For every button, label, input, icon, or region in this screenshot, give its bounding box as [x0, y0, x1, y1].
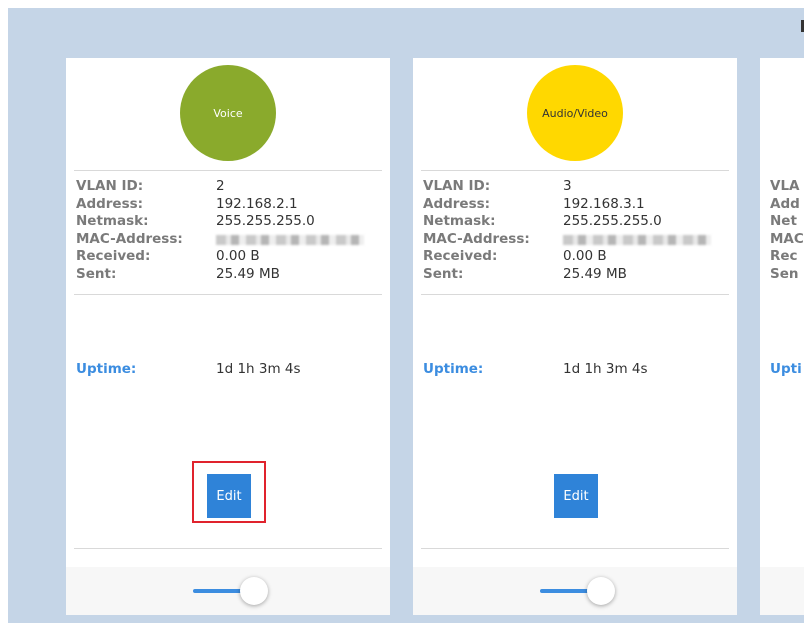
label: Sent:	[76, 265, 117, 282]
row-address: Address: 192.168.2.1	[76, 196, 376, 214]
mac-address-redacted	[216, 234, 364, 245]
row-vlan-id: VLAN ID: 2	[76, 178, 376, 196]
divider	[74, 548, 382, 549]
toggle-knob[interactable]	[587, 577, 615, 605]
card-footer	[760, 567, 804, 615]
label: Net	[770, 213, 797, 230]
value: 1d 1h 3m 4s	[216, 361, 301, 377]
card-footer	[413, 567, 737, 615]
edit-button[interactable]: Edit	[207, 474, 251, 518]
value: 2	[216, 178, 225, 194]
toggle-knob[interactable]	[240, 577, 268, 605]
label: VLAN ID:	[76, 178, 144, 194]
label: Uptime:	[423, 361, 484, 377]
row-sent: Sent: 25.49 MB	[423, 266, 723, 284]
label: MAC-Address:	[423, 230, 530, 247]
row-uptime: Uptime: 1d 1h 3m 4s	[423, 360, 723, 378]
row-sent: Sent: 25.49 MB	[76, 266, 376, 284]
vlan-badge: Audio/Video	[527, 65, 623, 161]
divider	[74, 170, 382, 171]
enable-toggle[interactable]	[540, 577, 616, 607]
label: VLAN ID:	[423, 178, 491, 194]
value: 255.255.255.0	[216, 213, 315, 230]
label: Address:	[76, 195, 144, 212]
vlan-details: VLAN ID: 2 Address: 192.168.2.1 Netmask: 25…	[76, 178, 376, 284]
label: Netmask:	[76, 213, 149, 230]
label: MAC	[770, 230, 804, 247]
vlan-badge: Voice	[180, 65, 276, 161]
card-footer	[66, 567, 390, 615]
label: MAC-Address:	[76, 230, 183, 247]
label: Sen	[770, 265, 799, 282]
value: 0.00 B	[216, 248, 260, 265]
row-received: Received: 0.00 B	[76, 248, 376, 266]
vlan-cards-area: Voice VLAN ID: 2 Address: 192.168.2.1 Netm…	[8, 8, 804, 623]
vlan-details: VLA Add Net MAC Rec Sen	[770, 178, 804, 284]
row-vlan-id: VLAN ID: 3	[423, 178, 723, 196]
value: 25.49 MB	[216, 265, 280, 282]
value: 3	[563, 178, 572, 194]
mac-address-redacted	[563, 234, 711, 245]
label: Received:	[423, 248, 498, 265]
row-mac: MAC-Address:	[423, 231, 723, 249]
label: Upti	[770, 361, 802, 377]
vlan-details: VLAN ID: 3 Address: 192.168.3.1 Netmask: 25…	[423, 178, 723, 284]
value: 192.168.3.1	[563, 195, 645, 212]
divider	[421, 548, 729, 549]
vlan-card-audio-video: Audio/Video VLAN ID: 3 Address: 192.168.3.…	[413, 58, 737, 615]
row-netmask: Netmask: 255.255.255.0	[76, 213, 376, 231]
row-mac: MAC-Address:	[76, 231, 376, 249]
row-address: Add	[770, 196, 804, 214]
row-uptime: Upti	[770, 360, 804, 378]
value: 25.49 MB	[563, 265, 627, 282]
edit-button[interactable]: Edit	[554, 474, 598, 518]
row-received: Rec	[770, 248, 804, 266]
label: Rec	[770, 248, 798, 265]
value: 1d 1h 3m 4s	[563, 361, 648, 377]
label: Received:	[76, 248, 151, 265]
vlan-card-voice: Voice VLAN ID: 2 Address: 192.168.2.1 Netm…	[66, 58, 390, 615]
label: Sent:	[423, 265, 464, 282]
vlan-card-partial: VLA Add Net MAC Rec Sen Upti	[760, 58, 804, 615]
value: 192.168.2.1	[216, 195, 298, 212]
row-uptime: Uptime: 1d 1h 3m 4s	[76, 360, 376, 378]
row-mac: MAC	[770, 231, 804, 249]
enable-toggle[interactable]	[193, 577, 269, 607]
label: Uptime:	[76, 361, 137, 377]
row-vlan-id: VLA	[770, 178, 804, 196]
row-netmask: Netmask: 255.255.255.0	[423, 213, 723, 231]
divider	[74, 294, 382, 295]
row-sent: Sen	[770, 266, 804, 284]
value: 0.00 B	[563, 248, 607, 265]
row-address: Address: 192.168.3.1	[423, 196, 723, 214]
label: Netmask:	[423, 213, 496, 230]
row-netmask: Net	[770, 213, 804, 231]
value: 255.255.255.0	[563, 213, 662, 230]
label: VLA	[770, 178, 800, 194]
row-received: Received: 0.00 B	[423, 248, 723, 266]
label: Add	[770, 195, 800, 212]
label: Address:	[423, 195, 491, 212]
divider	[421, 294, 729, 295]
divider	[421, 170, 729, 171]
